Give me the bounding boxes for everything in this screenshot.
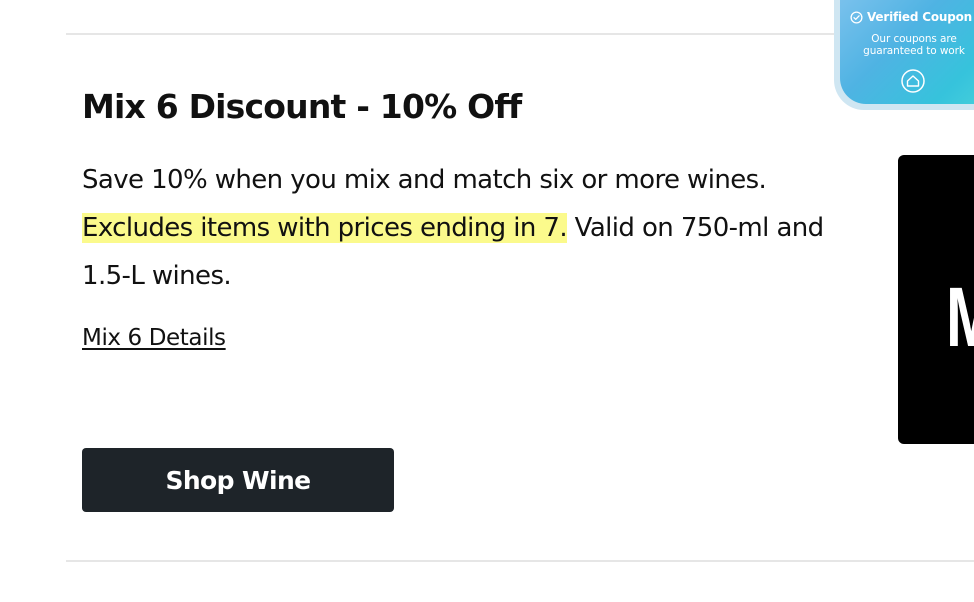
bottom-divider [66,560,974,562]
promo-image-text: M [946,275,974,359]
house-badge-icon [901,69,925,93]
mix-6-details-link[interactable]: Mix 6 Details [82,325,226,351]
coupon-badge-panel: Verified Coupon Our coupons are guarante… [840,0,974,104]
offer-title: Mix 6 Discount - 10% Off [82,87,522,126]
promo-image[interactable]: M [898,155,974,444]
verified-coupon-badge[interactable]: Verified Coupon Our coupons are guarante… [834,0,974,110]
check-circle-icon [850,10,863,24]
coupon-badge-subtitle: Our coupons are guaranteed to work [863,33,965,57]
offer-description: Save 10% when you mix and match six or m… [82,156,842,300]
description-text-1: Save 10% when you mix and match six or m… [82,165,767,195]
coupon-badge-header: Verified Coupon [850,10,974,24]
coupon-badge-title: Verified Coupon [867,10,973,24]
shop-wine-button[interactable]: Shop Wine [82,448,394,512]
description-highlight: Excludes items with prices ending in 7. [82,213,568,243]
